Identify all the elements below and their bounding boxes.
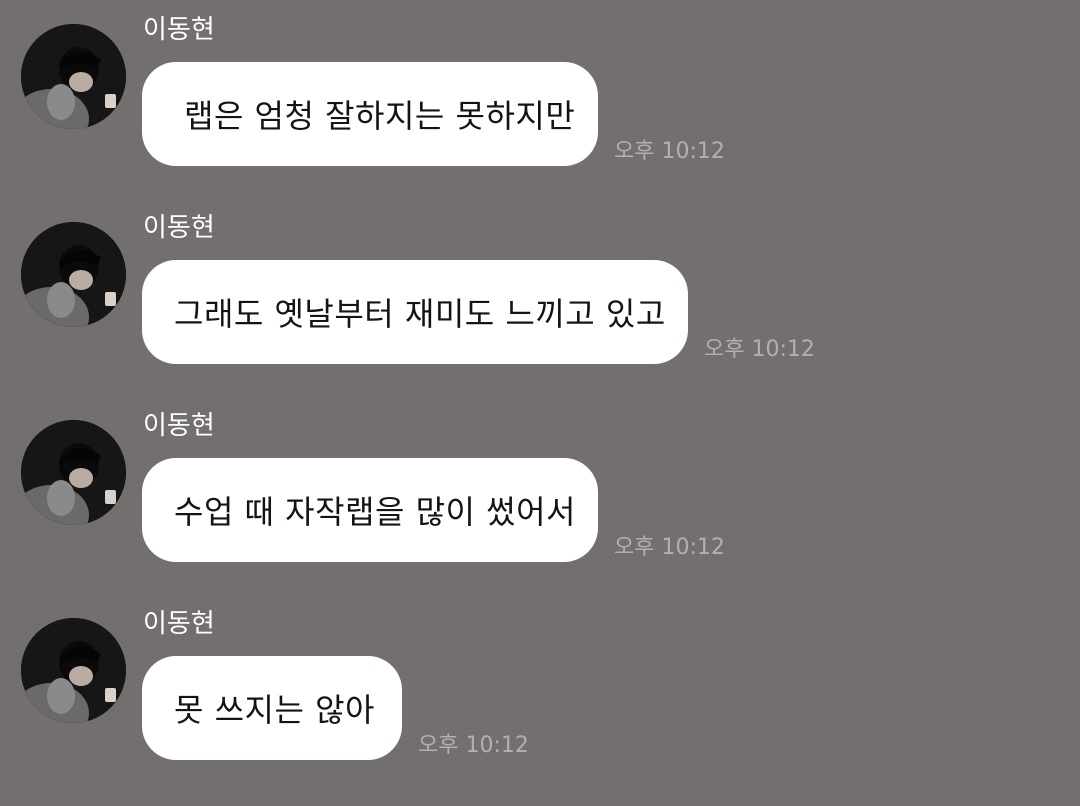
message-timestamp: 오후 10:12 [614, 535, 725, 560]
avatar[interactable] [21, 24, 126, 129]
message-bubble[interactable]: 못 쓰지는 않아 [142, 656, 402, 760]
sender-name: 이동현 [143, 609, 215, 639]
avatar[interactable] [21, 222, 126, 327]
message-timestamp: 오후 10:12 [614, 139, 725, 164]
sender-name: 이동현 [143, 411, 215, 441]
message-row: 이동현 수업 때 자작랩을 많이 썼어서 오후 10:12 [0, 396, 1080, 594]
message-timestamp: 오후 10:12 [418, 733, 529, 758]
message-bubble[interactable]: 수업 때 자작랩을 많이 썼어서 [142, 458, 598, 562]
message-row: 이동현 랩은 엄청 잘하지는 못하지만 오후 10:12 [0, 0, 1080, 198]
message-bubble[interactable]: 랩은 엄청 잘하지는 못하지만 [142, 62, 598, 166]
avatar[interactable] [21, 618, 126, 723]
sender-name: 이동현 [143, 213, 215, 243]
message-row: 이동현 그래도 옛날부터 재미도 느끼고 있고 오후 10:12 [0, 198, 1080, 396]
avatar[interactable] [21, 420, 126, 525]
sender-name: 이동현 [143, 15, 215, 45]
message-timestamp: 오후 10:12 [704, 337, 815, 362]
message-row: 이동현 못 쓰지는 않아 오후 10:12 [0, 594, 1080, 792]
message-bubble[interactable]: 그래도 옛날부터 재미도 느끼고 있고 [142, 260, 688, 364]
